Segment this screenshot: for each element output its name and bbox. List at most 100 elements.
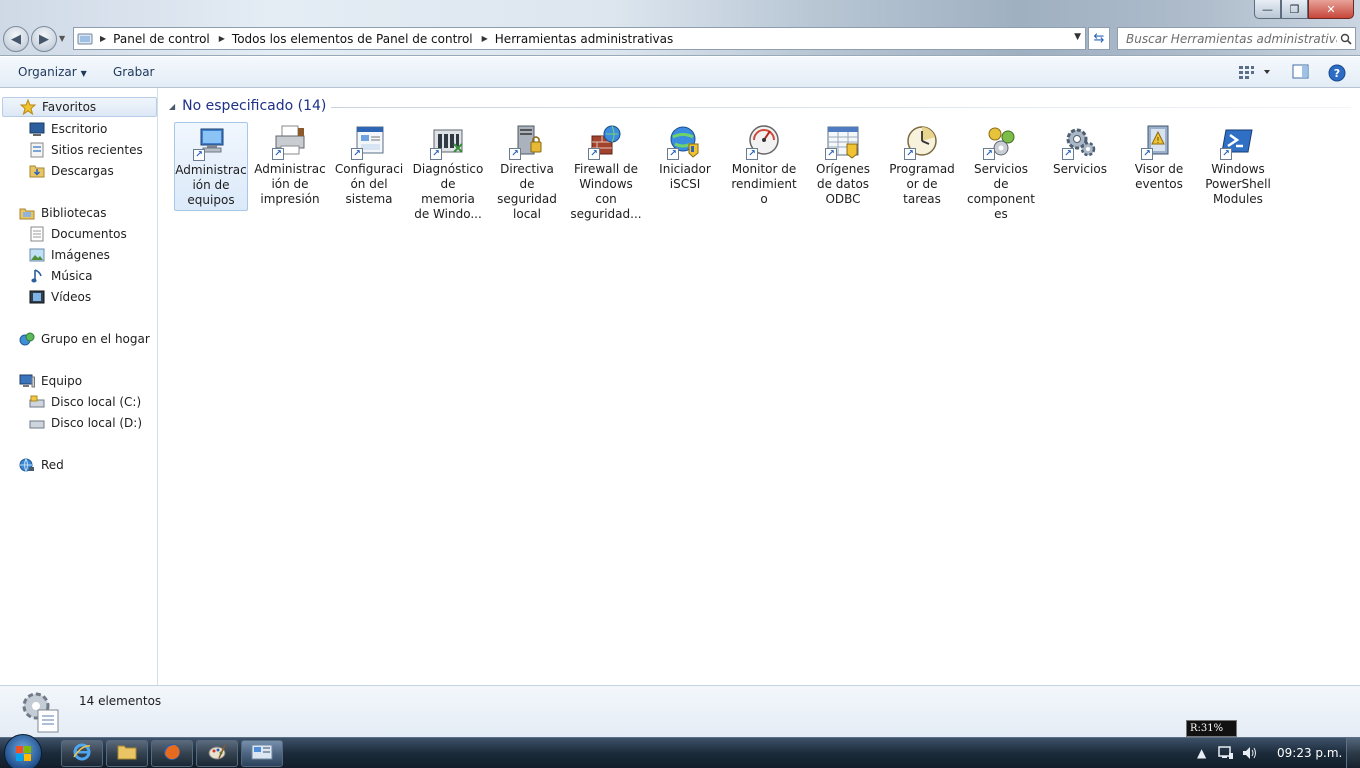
sidebar-item-favorites[interactable]: Favoritos xyxy=(2,97,157,117)
list-item[interactable]: ↗ Servicios xyxy=(1043,122,1117,179)
file-list-view: ◢ No especificado (14) ↗ Administración … xyxy=(159,88,1360,685)
sidebar-item-downloads[interactable]: Descargas xyxy=(29,161,114,181)
item-label: Directiva de seguridad local xyxy=(497,162,557,221)
show-hidden-icons-icon[interactable]: ▲ xyxy=(1197,746,1206,760)
sidebar-item-computer[interactable]: Equipo xyxy=(19,371,82,391)
sidebar-item-disk-d[interactable]: Disco local (D:) xyxy=(29,413,142,433)
start-button[interactable] xyxy=(4,734,42,768)
hard-drive-icon xyxy=(29,394,45,410)
title-bar: — ❐ ✕ ◀ ▶ ▼ ▶ Panel de control ▶ Todos l… xyxy=(0,0,1360,56)
computer-icon xyxy=(19,373,35,389)
action-center-icon[interactable] xyxy=(1218,746,1234,763)
breadcrumb-admin-tools[interactable]: Herramientas administrativas xyxy=(495,32,673,46)
sidebar-item-label: Documentos xyxy=(51,227,127,241)
breadcrumb-separator-icon[interactable]: ▶ xyxy=(219,34,225,43)
taskbar-explorer[interactable] xyxy=(106,740,148,767)
shortcut-arrow-icon: ↗ xyxy=(825,148,837,160)
help-button[interactable]: ? xyxy=(1328,64,1346,85)
video-film-icon xyxy=(29,289,45,305)
list-item[interactable]: ↗ Servicios de componentes xyxy=(964,122,1038,224)
command-bar: Organizar ▼ Grabar ? xyxy=(0,57,1360,88)
item-label: Administración de equipos xyxy=(175,163,247,207)
show-desktop-button[interactable] xyxy=(1346,738,1360,768)
recent-places-icon xyxy=(29,142,45,158)
list-item[interactable]: ↗ Windows PowerShell Modules xyxy=(1201,122,1275,209)
list-item[interactable]: ↗ Directiva de seguridad local xyxy=(490,122,564,224)
print-management-icon: ↗ xyxy=(272,124,308,160)
sidebar-item-label: Bibliotecas xyxy=(41,206,107,220)
view-options-button[interactable] xyxy=(1238,64,1274,83)
item-label: Iniciador iSCSI xyxy=(659,162,711,191)
breadcrumb-control-panel[interactable]: Panel de control xyxy=(113,32,210,46)
address-dropdown-icon[interactable]: ▼ xyxy=(1074,32,1081,42)
list-item[interactable]: ↗ Diagnóstico de memoria de Windo... xyxy=(411,122,485,224)
sidebar-item-libraries[interactable]: Bibliotecas xyxy=(19,203,106,223)
search-icon[interactable] xyxy=(1337,33,1355,45)
taskbar-internet-explorer[interactable] xyxy=(61,740,103,767)
shortcut-arrow-icon: ↗ xyxy=(983,148,995,160)
sidebar-item-homegroup[interactable]: Grupo en el hogar xyxy=(19,329,150,349)
recent-pages-dropdown[interactable]: ▼ xyxy=(59,34,65,43)
list-item[interactable]: ↗ Iniciador iSCSI xyxy=(648,122,722,194)
list-item[interactable]: ↗ Administración de equipos xyxy=(174,122,248,211)
list-item[interactable]: ↗ Programador de tareas xyxy=(885,122,959,209)
forward-button[interactable]: ▶ xyxy=(31,26,57,52)
item-label: Visor de eventos xyxy=(1134,162,1184,191)
sidebar-item-videos[interactable]: Vídeos xyxy=(29,287,91,307)
group-header[interactable]: ◢ No especificado (14) xyxy=(169,98,326,114)
back-button[interactable]: ◀ xyxy=(3,26,29,52)
performance-monitor-icon: ↗ xyxy=(746,124,782,160)
sidebar-item-desktop[interactable]: Escritorio xyxy=(29,119,107,139)
maximize-button[interactable]: ❐ xyxy=(1281,0,1308,19)
preview-pane-button[interactable] xyxy=(1292,64,1309,83)
sidebar-item-recent-places[interactable]: Sitios recientes xyxy=(29,140,143,160)
minimize-button[interactable]: — xyxy=(1254,0,1281,19)
sidebar-item-label: Red xyxy=(41,458,64,472)
control-panel-icon xyxy=(251,743,273,764)
list-item[interactable]: ↗ Orígenes de datos ODBC xyxy=(806,122,880,209)
item-label: Monitor de rendimiento xyxy=(731,162,797,206)
burn-button[interactable]: Grabar xyxy=(113,65,155,79)
organize-menu[interactable]: Organizar ▼ xyxy=(18,65,87,79)
close-button[interactable]: ✕ xyxy=(1308,0,1354,19)
firewall-icon: ↗ xyxy=(588,124,624,160)
windows-logo-icon xyxy=(16,746,31,761)
search-input[interactable]: Buscar Herramientas administrativas xyxy=(1126,32,1337,46)
sidebar-item-disk-c[interactable]: Disco local (C:) xyxy=(29,392,141,412)
item-count: 14 elementos xyxy=(79,694,162,708)
list-item[interactable]: ↗ Configuración del sistema xyxy=(332,122,406,209)
list-item[interactable]: ↗ Firewall de Windows con seguridad... xyxy=(569,122,643,224)
shortcut-arrow-icon: ↗ xyxy=(193,149,205,161)
clock[interactable]: 09:23 p.m. xyxy=(1277,746,1342,760)
breadcrumb-all-items[interactable]: Todos los elementos de Panel de control xyxy=(232,32,473,46)
sidebar-item-label: Disco local (D:) xyxy=(51,416,143,430)
item-label: Diagnóstico de memoria de Windo... xyxy=(412,162,484,221)
list-item[interactable]: ↗ Monitor de rendimiento xyxy=(727,122,801,209)
forward-arrow-icon: ▶ xyxy=(39,31,49,47)
sidebar-item-pictures[interactable]: Imágenes xyxy=(29,245,110,265)
refresh-button[interactable]: ⇆ xyxy=(1088,27,1110,50)
search-box[interactable]: Buscar Herramientas administrativas xyxy=(1117,27,1356,50)
powershell-icon: ↗ xyxy=(1220,124,1256,160)
window-controls: — ❐ ✕ xyxy=(1254,0,1354,19)
task-scheduler-icon: ↗ xyxy=(904,124,940,160)
address-bar[interactable]: ▶ Panel de control ▶ Todos los elementos… xyxy=(73,27,1086,50)
sidebar-item-label: Disco local (C:) xyxy=(51,395,142,409)
paint-palette-icon xyxy=(207,742,227,765)
list-item[interactable]: ↗ Administración de impresión xyxy=(253,122,327,209)
item-label: Windows PowerShell Modules xyxy=(1205,162,1271,206)
list-item[interactable]: ! ↗ Visor de eventos xyxy=(1122,122,1196,194)
shortcut-arrow-icon: ↗ xyxy=(272,148,284,160)
taskbar-control-panel[interactable] xyxy=(241,740,283,767)
details-pane: 14 elementos xyxy=(0,685,1360,737)
breadcrumb-separator-icon[interactable]: ▶ xyxy=(482,34,488,43)
taskbar-paint[interactable] xyxy=(196,740,238,767)
volume-icon[interactable] xyxy=(1242,746,1258,763)
breadcrumb-separator-icon[interactable]: ▶ xyxy=(100,34,106,43)
sidebar-item-network[interactable]: Red xyxy=(19,455,64,475)
collapse-group-icon[interactable]: ◢ xyxy=(169,102,175,111)
sidebar-item-music[interactable]: Música xyxy=(29,266,93,286)
chevron-down-icon: ▼ xyxy=(80,69,87,78)
taskbar-firefox[interactable] xyxy=(151,740,193,767)
sidebar-item-documents[interactable]: Documentos xyxy=(29,224,127,244)
